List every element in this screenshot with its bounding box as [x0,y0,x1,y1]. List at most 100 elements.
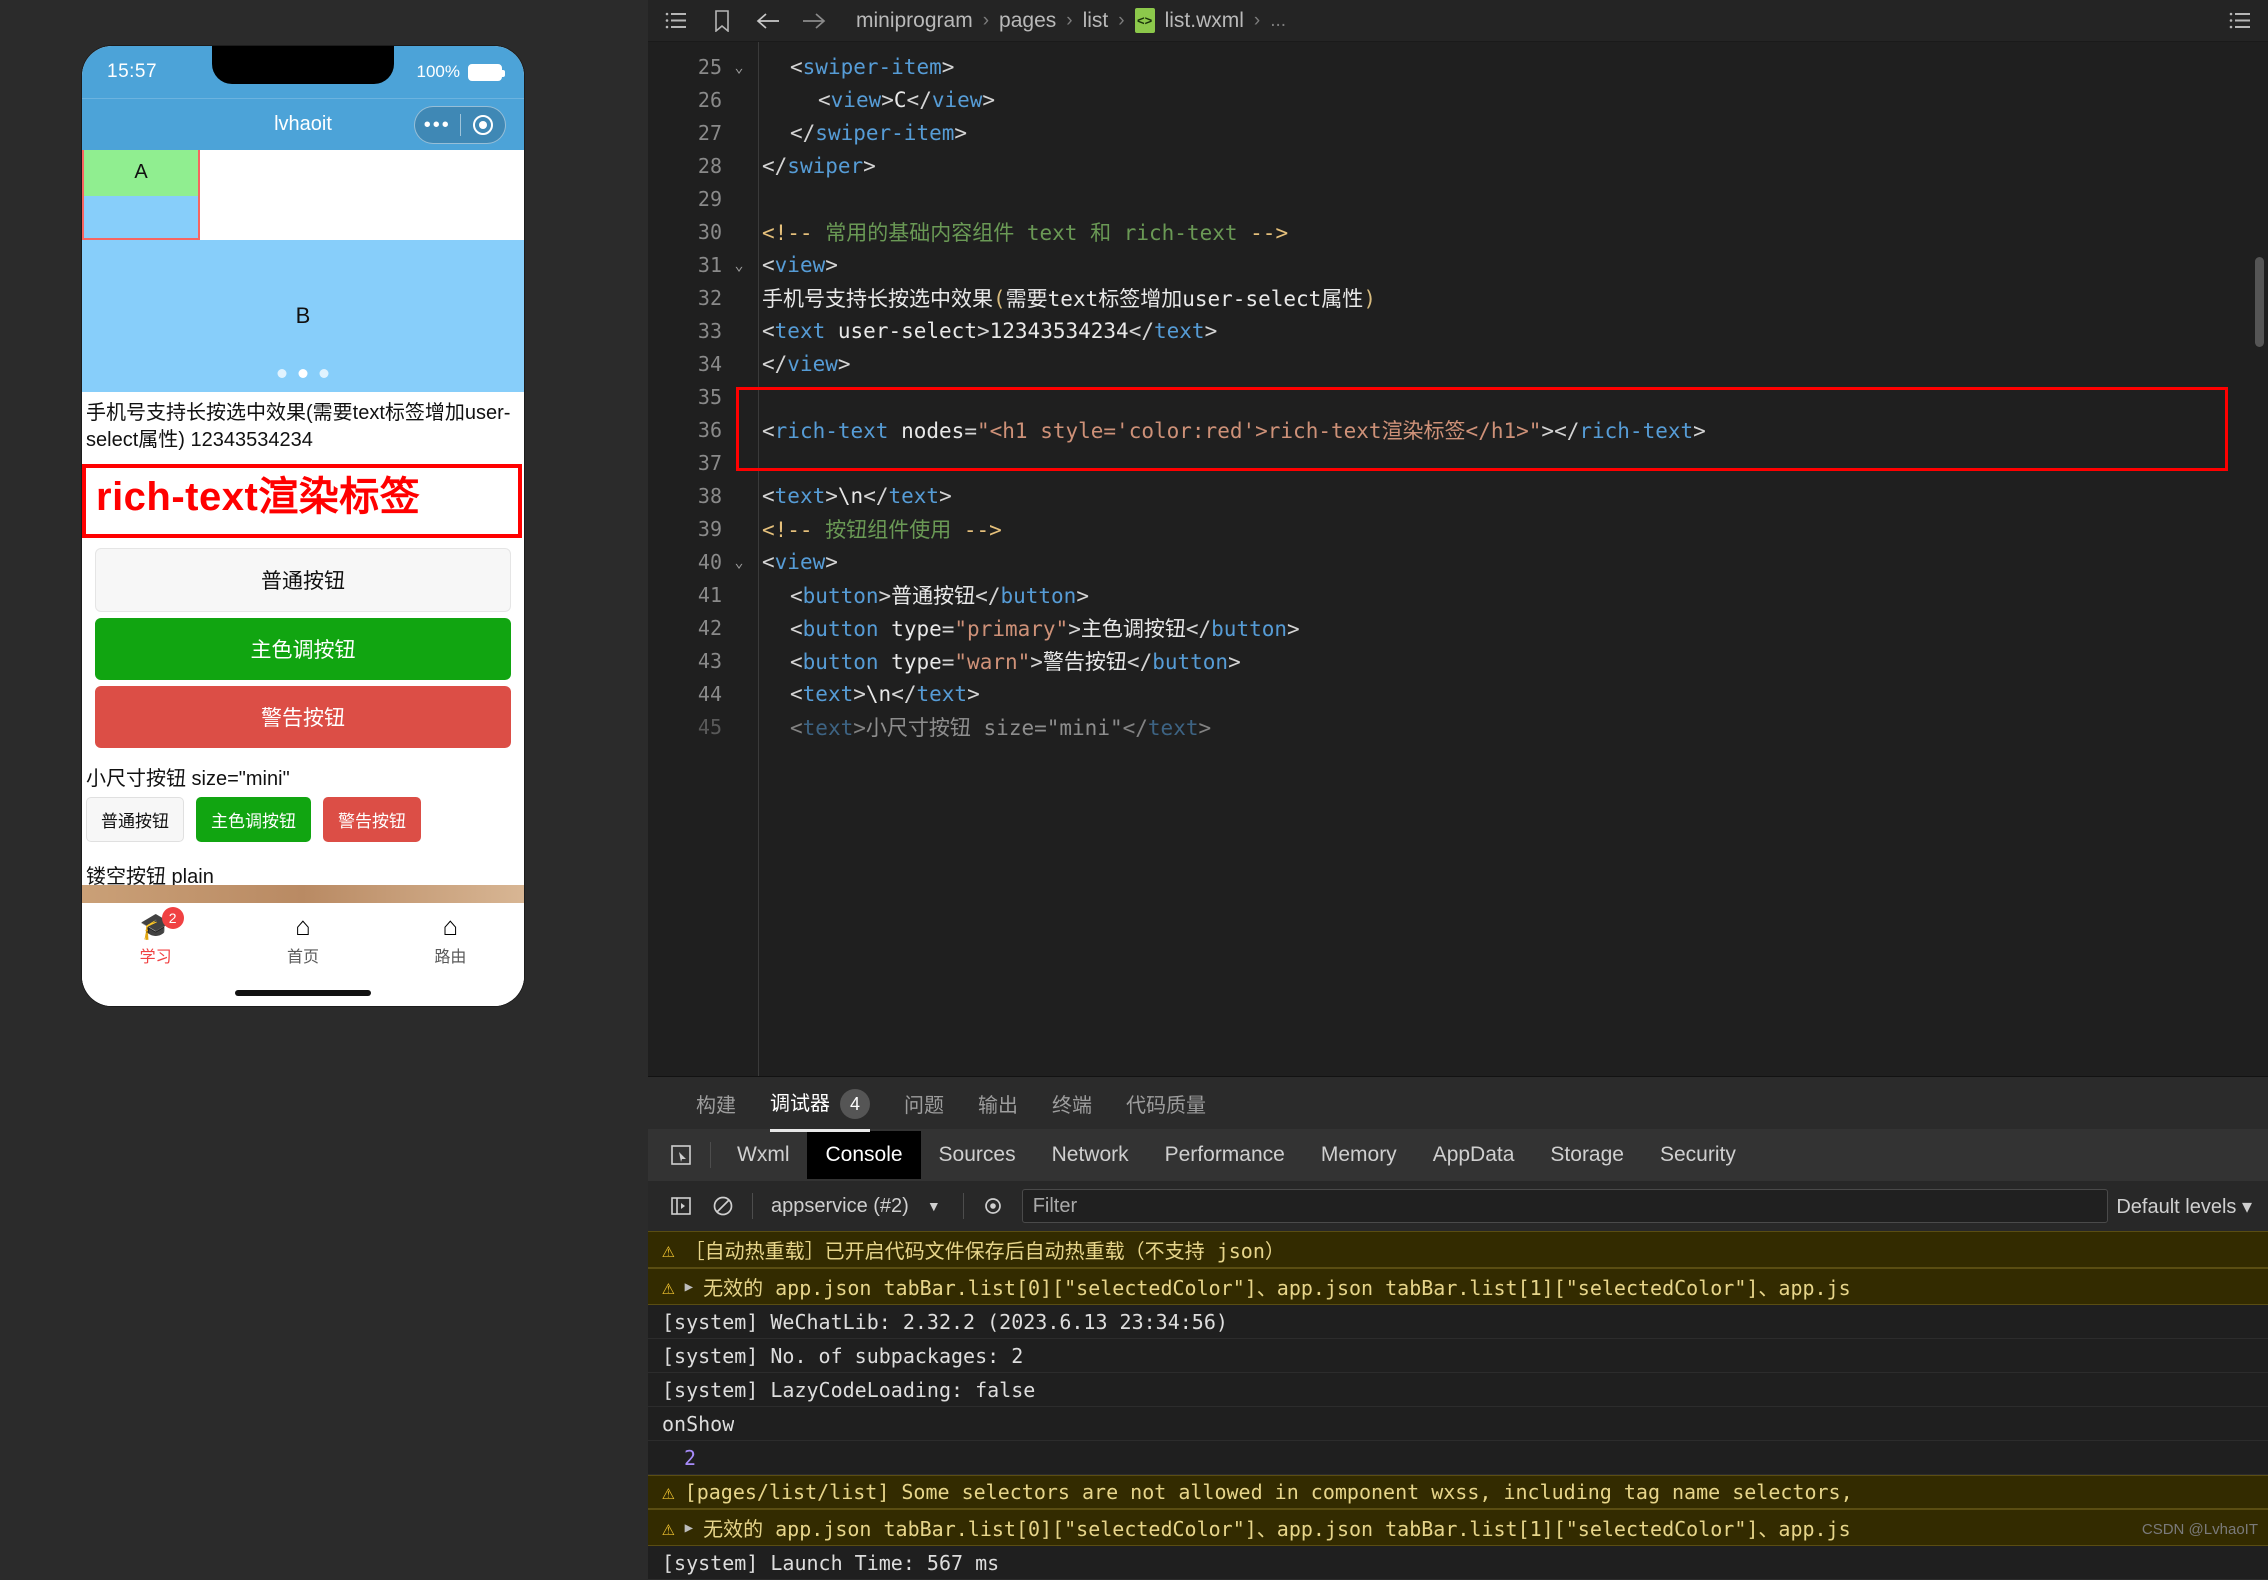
code-line[interactable]: 42 <button type="primary">主色调按钮</button> [648,611,2268,644]
editor-scrollbar[interactable] [2255,257,2264,347]
devtools-tab-3[interactable]: 输出 [978,1076,1018,1131]
console-log-row[interactable]: [system] WeChatLib: 2.32.2 (2023.6.13 23… [648,1305,2268,1339]
code-line[interactable]: 31 ⌄ <view> [648,248,2268,281]
code-line[interactable]: 41 <button>普通按钮</button> [648,578,2268,611]
panel-tab-wxml[interactable]: Wxml [719,1131,807,1179]
console-log-row[interactable]: [system] No. of subpackages: 2 [648,1339,2268,1373]
code-line[interactable]: 39 <!-- 按钮组件使用 --> [648,512,2268,545]
button-primary[interactable]: 主色调按钮 [95,618,511,680]
breadcrumb-sep-4: › [1253,9,1261,31]
code-line[interactable]: 38 <text>\n</text> [648,479,2268,512]
breadcrumb-pages[interactable]: pages [999,9,1056,33]
phone-status-bar: 15:57 100% [82,46,524,98]
tabbar-label-home: 首页 [286,949,319,966]
expand-arrow-icon[interactable]: ▶ [685,1520,693,1536]
eye-icon[interactable] [972,1189,1014,1223]
code-line[interactable]: 28 </swiper> [648,149,2268,182]
panel-tab-appdata[interactable]: AppData [1415,1131,1533,1179]
swiper-dot-0[interactable] [277,369,287,378]
panel-tab-memory[interactable]: Memory [1303,1131,1415,1179]
console-log-row[interactable]: ⚠ ▶ 无效的 app.json tabBar.list[0]["selectedC… [648,1268,2268,1305]
console-log-list[interactable]: ⚠ ［自动热重载］已开启代码文件保存后自动热重载（不支持 json） ⚠ ▶ 无效的 a… [648,1231,2268,1580]
fold-chevron-icon[interactable]: ⌄ [726,256,752,274]
close-target-icon[interactable] [461,114,506,135]
code-line[interactable]: 30 <!-- 常用的基础内容组件 text 和 rich-text --> [648,215,2268,248]
code-text: <text user-select>12343534234</text> [762,318,1218,343]
code-line[interactable]: 25 ⌄ <swiper-item> [648,50,2268,83]
panel-tab-storage[interactable]: Storage [1532,1131,1642,1179]
tabbar-item-study[interactable]: 🎓 学习 2 [82,907,229,967]
fold-chevron-icon[interactable]: ⌄ [726,553,752,571]
console-log-row[interactable]: [system] LazyCodeLoading: false [648,1373,2268,1407]
console-filter-input[interactable]: Filter [1021,1189,2109,1223]
swiper-dot-1[interactable] [298,369,308,378]
console-log-row[interactable]: onShow [648,1407,2268,1441]
code-line[interactable]: 45 <text>小尺寸按钮 size="mini"</text> [648,710,2268,743]
console-log-row[interactable]: ⚠ ［自动热重载］已开启代码文件保存后自动热重载（不支持 json） [648,1231,2268,1268]
panel-tab-sources[interactable]: Sources [921,1131,1034,1179]
bookmark-icon[interactable] [710,9,734,33]
code-text: <view> [762,549,838,574]
code-line[interactable]: 37 [648,446,2268,479]
line-number: 35 [697,384,722,409]
devtools-tab-1[interactable]: 调试器 4 [770,1074,870,1133]
mini-button-normal[interactable]: 普通按钮 [86,797,184,842]
tabbar-item-route[interactable]: ⌂ 路由 [377,913,524,967]
code-line[interactable]: 26 <view>C</view> [648,83,2268,116]
wechat-capsule[interactable]: ••• [414,105,506,144]
code-line[interactable]: 33 <text user-select>12343534234</text> [648,314,2268,347]
devtools-tab-4[interactable]: 终端 [1052,1076,1092,1131]
swiper-slide-b[interactable]: B [82,240,524,392]
chevron-down-icon[interactable]: ▼ [919,1198,955,1214]
forward-arrow-icon[interactable] [802,9,826,33]
fold-chevron-icon[interactable]: ⌄ [726,58,752,76]
console-log-row[interactable]: [system] Launch Time: 567 ms [648,1546,2268,1580]
panel-tab-security[interactable]: Security [1642,1131,1754,1179]
code-line[interactable]: 27 </swiper-item> [648,116,2268,149]
tabbar-item-home[interactable]: ⌂ 首页 [229,913,376,967]
breadcrumb-miniprogram[interactable]: miniprogram [856,9,973,33]
code-line[interactable]: 36 <rich-text nodes="<h1 style='color:red… [648,413,2268,446]
console-log-row[interactable]: ⚠ ▶ 无效的 app.json tabBar.list[0]["selectedC… [648,1509,2268,1546]
devtools-tab-0[interactable]: 构建 [696,1076,736,1131]
panel-tab-console[interactable]: Console [807,1131,921,1179]
console-context-select[interactable]: appservice (#2) [761,1195,919,1218]
code-line[interactable]: 40 ⌄ <view> [648,545,2268,578]
execution-context-icon[interactable] [660,1189,702,1223]
breadcrumb-file[interactable]: list.wxml [1165,9,1244,33]
breadcrumb-list[interactable]: list [1083,9,1109,33]
swiper-dot-2[interactable] [319,369,329,378]
line-number: 26 [697,87,722,112]
user-select-text[interactable]: 手机号支持长按选中效果(需要text标签增加user-select属性) 123… [82,392,524,458]
panel-tab-network[interactable]: Network [1034,1131,1147,1179]
outline-menu-icon[interactable] [2228,9,2252,33]
code-line[interactable]: 32 手机号支持长按选中效果(需要text标签增加user-select属性) [648,281,2268,314]
code-line[interactable]: 35 [648,380,2268,413]
mini-button-primary[interactable]: 主色调按钮 [196,797,311,842]
console-log-row[interactable]: 2 [648,1441,2268,1475]
console-log-text: 无效的 app.json tabBar.list[0]["selectedCol… [703,1517,1851,1541]
code-line[interactable]: 43 <button type="warn">警告按钮</button> [648,644,2268,677]
button-normal[interactable]: 普通按钮 [95,548,511,612]
line-number: 43 [697,648,722,673]
expand-arrow-icon[interactable]: ▶ [685,1279,693,1295]
back-arrow-icon[interactable] [756,9,780,33]
inspect-element-icon[interactable] [660,1137,702,1173]
mini-button-warn[interactable]: 警告按钮 [323,797,421,842]
line-number: 32 [697,285,722,310]
code-line[interactable]: 44 <text>\n</text> [648,677,2268,710]
list-menu-icon[interactable] [664,9,688,33]
button-warn[interactable]: 警告按钮 [95,686,511,748]
devtools-tab-2[interactable]: 问题 [904,1076,944,1131]
panel-tab-performance[interactable]: Performance [1147,1131,1303,1179]
breadcrumb-ellipsis[interactable]: ... [1270,10,1286,32]
warning-icon: ⚠ [662,1480,675,1504]
console-log-row[interactable]: ⚠ [pages/list/list] Some selectors are no… [648,1475,2268,1509]
code-line[interactable]: 29 [648,182,2268,215]
line-number: 29 [697,186,722,211]
clear-console-icon[interactable] [702,1189,744,1223]
code-editor[interactable]: 25 ⌄ <swiper-item> 26 <view>C</view> 27 </swip… [648,42,2268,1076]
devtools-tab-5[interactable]: 代码质量 [1126,1076,1206,1131]
console-levels-select[interactable]: Default levels ▾ [2116,1194,2268,1219]
code-line[interactable]: 34 </view> [648,347,2268,380]
